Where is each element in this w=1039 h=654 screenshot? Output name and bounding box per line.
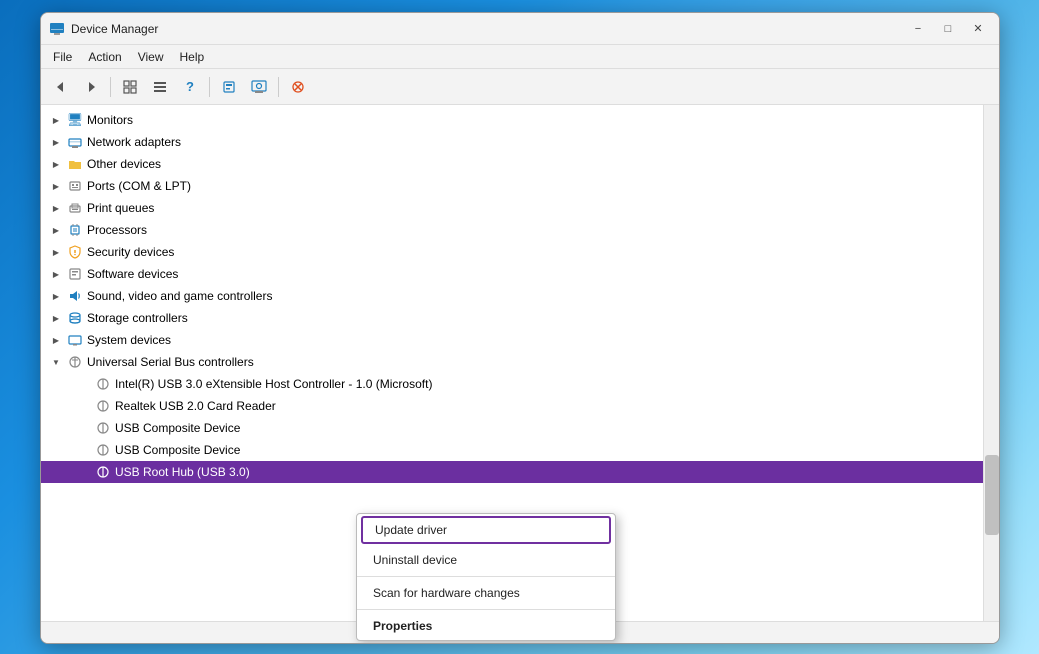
tree-item-realtek-usb[interactable]: Realtek USB 2.0 Card Reader [41, 395, 983, 417]
tree-item-other[interactable]: ▶ Other devices [41, 153, 983, 175]
tree-item-usb[interactable]: ▼ Universal Serial Bus controllers [41, 351, 983, 373]
title-bar: Device Manager − □ ✕ [41, 13, 999, 45]
scrollbar-track[interactable] [983, 105, 999, 621]
system-label: System devices [87, 333, 171, 347]
expand-ports[interactable]: ▶ [49, 179, 63, 193]
close-button[interactable]: ✕ [965, 19, 991, 39]
ctx-properties[interactable]: Properties [357, 612, 615, 640]
update-driver-button[interactable] [284, 73, 312, 101]
minimize-button[interactable]: − [905, 19, 931, 39]
back-button[interactable] [47, 73, 75, 101]
menu-action[interactable]: Action [80, 48, 129, 66]
security-label: Security devices [87, 245, 174, 259]
app-icon [49, 21, 65, 37]
expand-network[interactable]: ▶ [49, 135, 63, 149]
storage-label: Storage controllers [87, 311, 188, 325]
network-label: Network adapters [87, 135, 181, 149]
usb-icon [67, 354, 83, 370]
tree-item-network[interactable]: ▶ Network adapters [41, 131, 983, 153]
forward-button[interactable] [77, 73, 105, 101]
context-menu: Update driver Uninstall device Scan for … [356, 513, 616, 641]
tree-item-usb-comp-2[interactable]: USB Composite Device [41, 439, 983, 461]
usb-label: Universal Serial Bus controllers [87, 355, 254, 369]
tree-item-ports[interactable]: ▶ Ports (COM & LPT) [41, 175, 983, 197]
ctx-scan-changes[interactable]: Scan for hardware changes [357, 579, 615, 607]
ctx-uninstall-device[interactable]: Uninstall device [357, 546, 615, 574]
toolbar-separator-2 [209, 77, 210, 97]
usb-root-icon [95, 464, 111, 480]
toolbar-separator-1 [110, 77, 111, 97]
scan-button[interactable] [245, 73, 273, 101]
expand-proc[interactable]: ▶ [49, 223, 63, 237]
menu-view[interactable]: View [130, 48, 172, 66]
expand-monitors[interactable]: ▶ [49, 113, 63, 127]
expand-print[interactable]: ▶ [49, 201, 63, 215]
ctx-separator-2 [357, 609, 615, 610]
usb-comp-2-icon [95, 442, 111, 458]
tree-item-monitors[interactable]: ▶ 🖥 Monitors [41, 109, 983, 131]
toolbar: ? [41, 69, 999, 105]
network-icon [67, 134, 83, 150]
toolbar-separator-3 [278, 77, 279, 97]
monitors-icon: 🖥 [67, 112, 83, 128]
print-icon [67, 200, 83, 216]
expand-system[interactable]: ▶ [49, 333, 63, 347]
other-label: Other devices [87, 157, 161, 171]
tree-item-system[interactable]: ▶ System devices [41, 329, 983, 351]
monitors-label: Monitors [87, 113, 133, 127]
expand-usb[interactable]: ▼ [49, 355, 63, 369]
ports-icon [67, 178, 83, 194]
expand-storage[interactable]: ▶ [49, 311, 63, 325]
expand-security[interactable]: ▶ [49, 245, 63, 259]
software-icon [67, 266, 83, 282]
expand-other[interactable]: ▶ [49, 157, 63, 171]
intel-usb-icon [95, 376, 111, 392]
device-manager-window: Device Manager − □ ✕ File Action View He… [40, 12, 1000, 644]
sound-icon [67, 288, 83, 304]
window-title: Device Manager [71, 22, 905, 36]
tree-item-security[interactable]: ▶ Security devices [41, 241, 983, 263]
menu-help[interactable]: Help [172, 48, 213, 66]
print-label: Print queues [87, 201, 154, 215]
ctx-update-driver[interactable]: Update driver [361, 516, 611, 544]
tree-item-storage[interactable]: ▶ Storage controllers [41, 307, 983, 329]
security-icon [67, 244, 83, 260]
usb-comp-2-label: USB Composite Device [115, 443, 240, 457]
software-label: Software devices [87, 267, 178, 281]
window-controls: − □ ✕ [905, 19, 991, 39]
realtek-usb-label: Realtek USB 2.0 Card Reader [115, 399, 276, 413]
intel-usb-label: Intel(R) USB 3.0 eXtensible Host Control… [115, 377, 432, 391]
tree-item-print[interactable]: ▶ Print queues [41, 197, 983, 219]
ctx-separator [357, 576, 615, 577]
usb-root-label: USB Root Hub (USB 3.0) [115, 465, 250, 479]
tree-item-sound[interactable]: ▶ Sound, video and game controllers [41, 285, 983, 307]
scrollbar-thumb[interactable] [985, 455, 999, 535]
usb-comp-1-label: USB Composite Device [115, 421, 240, 435]
expand-software[interactable]: ▶ [49, 267, 63, 281]
sound-label: Sound, video and game controllers [87, 289, 272, 303]
realtek-usb-icon [95, 398, 111, 414]
menu-file[interactable]: File [45, 48, 80, 66]
tree-item-software[interactable]: ▶ Software devices [41, 263, 983, 285]
help-button[interactable]: ? [176, 73, 204, 101]
maximize-button[interactable]: □ [935, 19, 961, 39]
tree-item-proc[interactable]: ▶ Processors [41, 219, 983, 241]
usb-comp-1-icon [95, 420, 111, 436]
ports-label: Ports (COM & LPT) [87, 179, 191, 193]
list-button[interactable] [146, 73, 174, 101]
properties-button[interactable] [215, 73, 243, 101]
system-icon [67, 332, 83, 348]
other-icon [67, 156, 83, 172]
proc-label: Processors [87, 223, 147, 237]
menu-bar: File Action View Help [41, 45, 999, 69]
tree-item-usb-root[interactable]: USB Root Hub (USB 3.0) [41, 461, 983, 483]
expand-sound[interactable]: ▶ [49, 289, 63, 303]
tree-item-intel-usb[interactable]: Intel(R) USB 3.0 eXtensible Host Control… [41, 373, 983, 395]
view-button[interactable] [116, 73, 144, 101]
storage-icon [67, 310, 83, 326]
tree-item-usb-comp-1[interactable]: USB Composite Device [41, 417, 983, 439]
proc-icon [67, 222, 83, 238]
